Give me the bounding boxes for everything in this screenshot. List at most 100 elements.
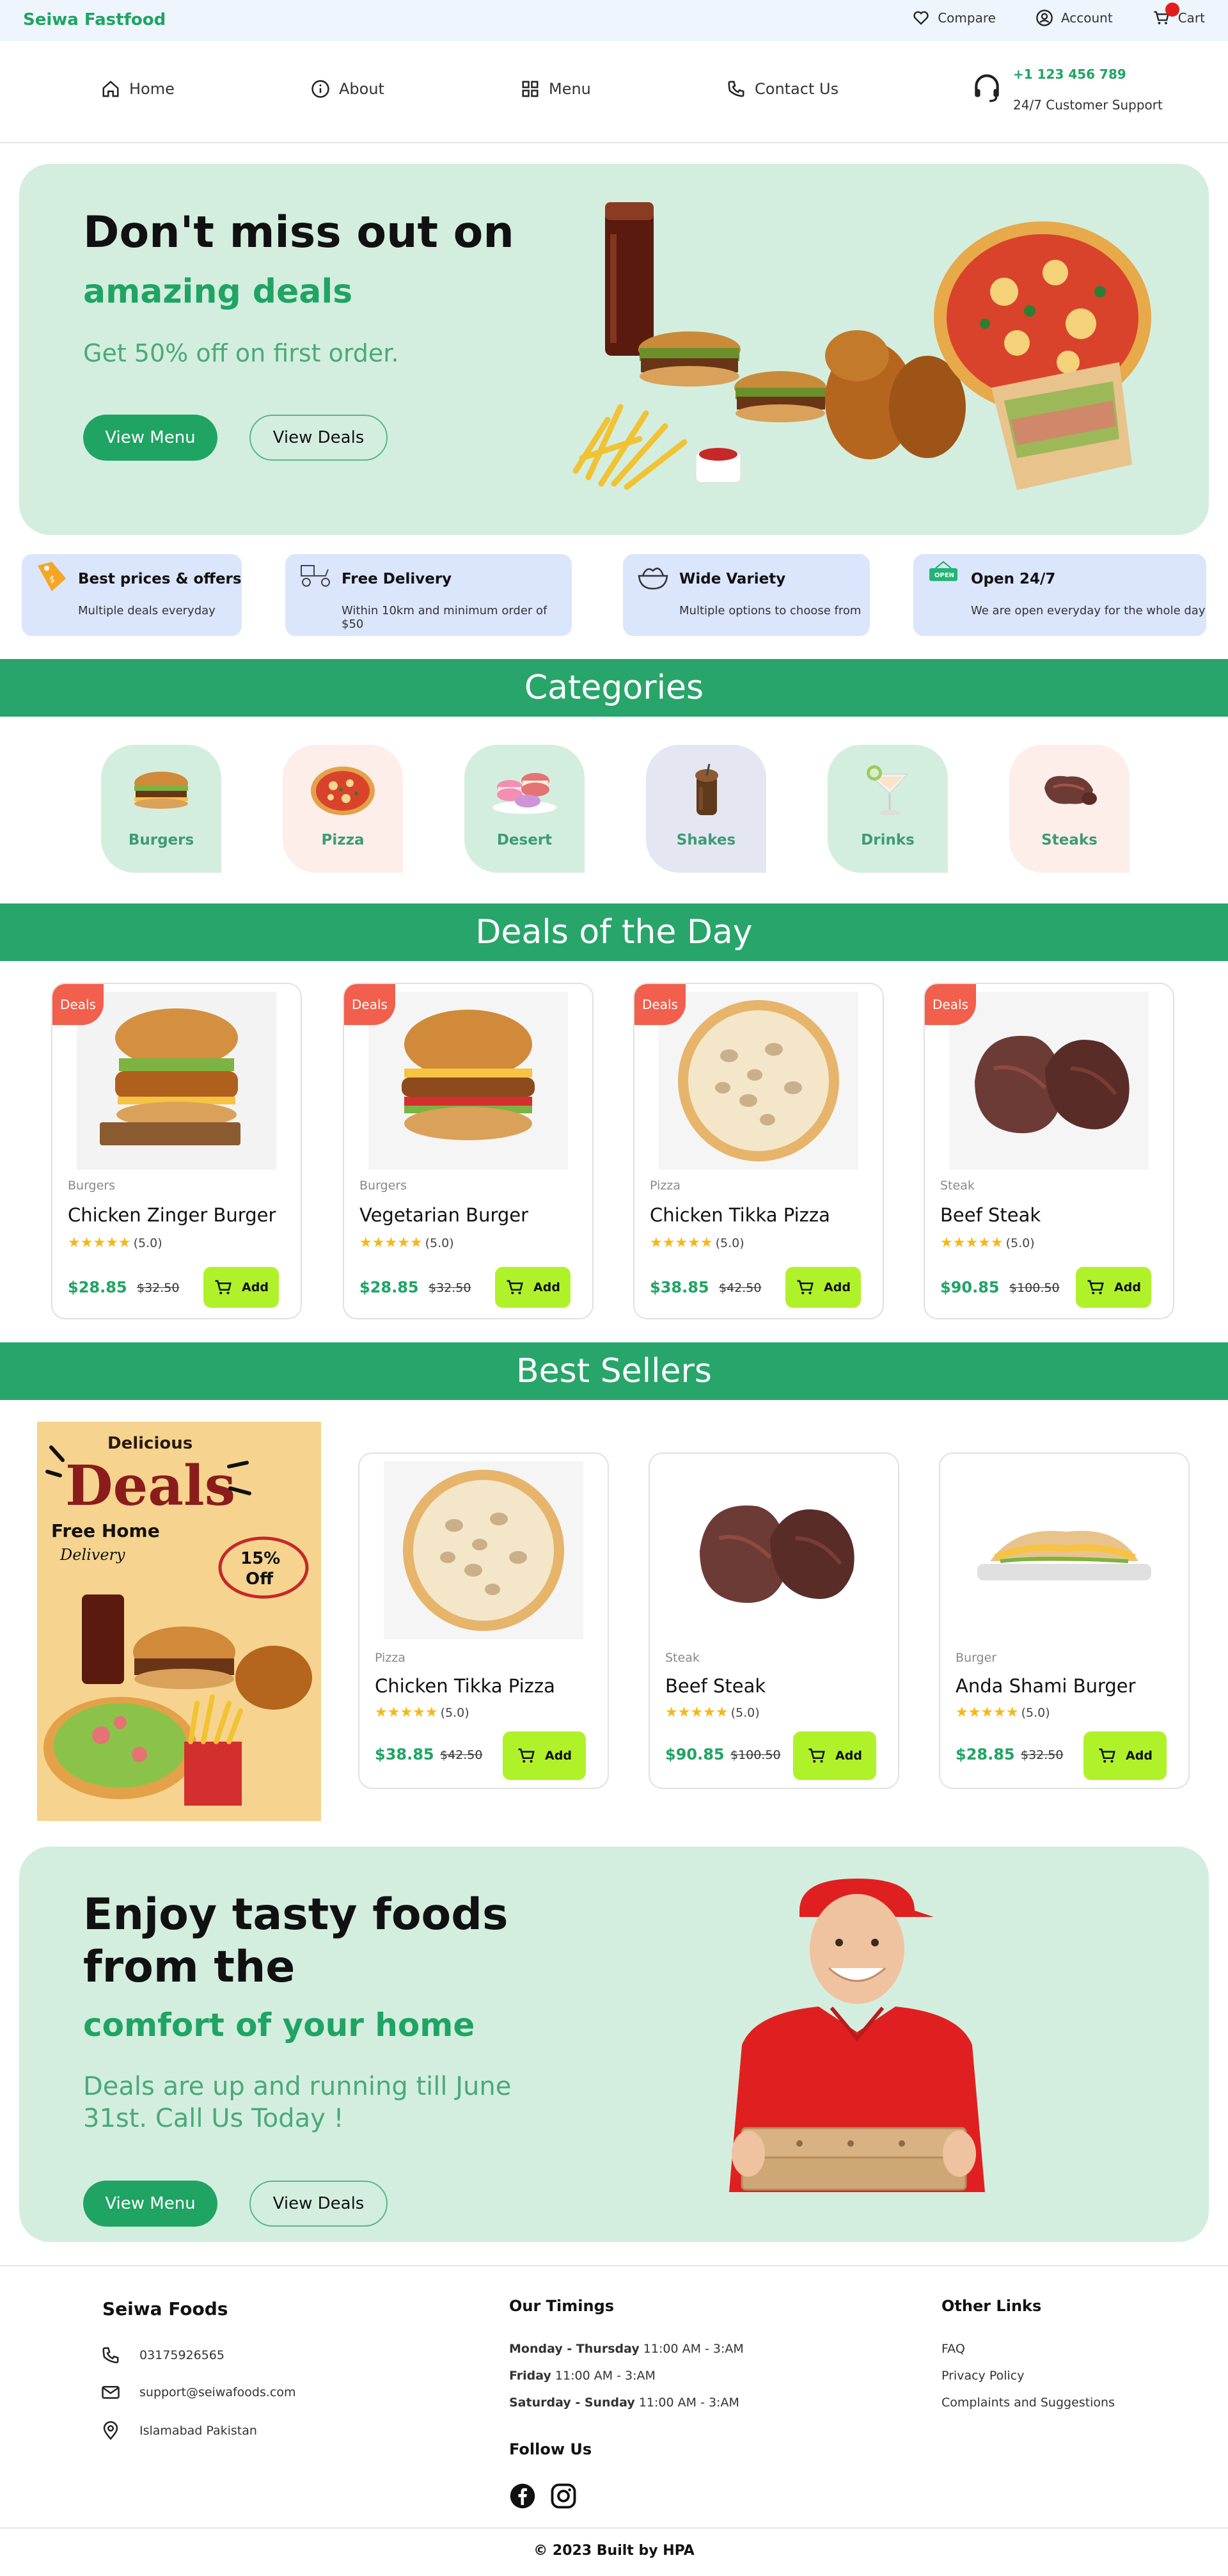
deals-badge: Deals bbox=[52, 984, 104, 1025]
product-rating: ★★★★★ (5.0) bbox=[359, 1235, 454, 1251]
timing-row: Monday - Thursday 11:00 AM - 3:AM bbox=[509, 2342, 744, 2356]
deals-badge: Deals bbox=[925, 984, 976, 1025]
deals-header: Deals of the Day bbox=[0, 903, 1228, 961]
nav-home[interactable]: Home bbox=[101, 79, 175, 99]
product-price: $90.85 bbox=[665, 1745, 725, 1763]
support-phone[interactable]: +1 123 456 789 bbox=[1013, 67, 1163, 82]
grid-icon bbox=[522, 81, 539, 97]
deal-card[interactable]: Deals Pizza Chicken Tikka Pizza ★★★★★ (5.… bbox=[633, 983, 884, 1319]
nav-contact[interactable]: Contact Us bbox=[727, 79, 838, 99]
facebook-icon[interactable] bbox=[509, 2483, 536, 2509]
best-seller-card[interactable]: Steak Beef Steak ★★★★★ (5.0) $90.85 $100.… bbox=[649, 1452, 899, 1789]
product-name[interactable]: Chicken Tikka Pizza bbox=[650, 1204, 830, 1226]
price-tag-icon: $ bbox=[38, 562, 66, 591]
add-label: Add bbox=[1126, 1749, 1153, 1763]
view-deals-button[interactable]: View Deals bbox=[249, 2181, 388, 2227]
nav-home-label: Home bbox=[129, 80, 175, 98]
promo-poster[interactable]: Delicious Deals Free Home Delivery 15% O… bbox=[37, 1422, 321, 1821]
deal-card[interactable]: Deals Burgers Vegetarian Burger ★★★★★ (5.… bbox=[343, 983, 594, 1319]
product-name[interactable]: Anda Shami Burger bbox=[956, 1675, 1136, 1697]
delivery-accent: comfort of your home bbox=[83, 2007, 475, 2044]
add-to-cart-button[interactable]: Add bbox=[793, 1731, 876, 1780]
best-seller-card[interactable]: Pizza Chicken Tikka Pizza ★★★★★ (5.0) $38… bbox=[358, 1452, 609, 1789]
category-desert[interactable]: Desert bbox=[464, 745, 585, 873]
beef-steak-image bbox=[674, 1461, 874, 1639]
fastfood-hero-image bbox=[572, 202, 1151, 490]
add-to-cart-button[interactable]: Add bbox=[1076, 1267, 1151, 1308]
delivery-subtitle: Deals are up and running till June 31st. … bbox=[83, 2071, 511, 2135]
follow-title: Follow Us bbox=[509, 2440, 592, 2458]
product-image bbox=[949, 992, 1149, 1170]
product-name[interactable]: Beef Steak bbox=[940, 1204, 1041, 1226]
add-to-cart-button[interactable]: Add bbox=[503, 1731, 586, 1780]
deal-card[interactable]: Deals Burgers Chicken Zinger Burger ★★★★… bbox=[51, 983, 302, 1319]
feature-subtitle: Multiple options to choose from bbox=[679, 604, 862, 617]
customer-support[interactable]: +1 123 456 789 24/7 Customer Support bbox=[971, 67, 1163, 113]
footer-link-complaints[interactable]: Complaints and Suggestions bbox=[941, 2396, 1115, 2410]
compare-link[interactable]: Compare bbox=[912, 9, 996, 27]
category-drinks[interactable]: Drinks bbox=[828, 745, 948, 873]
product-image bbox=[964, 1461, 1164, 1639]
svg-text:$: $ bbox=[49, 575, 55, 585]
product-name[interactable]: Chicken Zinger Burger bbox=[68, 1204, 276, 1226]
support-label: 24/7 Customer Support bbox=[1013, 97, 1163, 113]
hero-subtitle: Get 50% off on first order. bbox=[83, 339, 399, 367]
product-rating: ★★★★★ (5.0) bbox=[68, 1235, 162, 1251]
footer-link-privacy[interactable]: Privacy Policy bbox=[941, 2369, 1024, 2383]
footer-email[interactable]: support@seiwafoods.com bbox=[101, 2383, 296, 2402]
product-old-price: $42.50 bbox=[719, 1281, 762, 1295]
instagram-icon[interactable] bbox=[550, 2483, 577, 2509]
footer-link-faq[interactable]: FAQ bbox=[941, 2342, 965, 2356]
account-link[interactable]: Account bbox=[1035, 9, 1113, 27]
brand-logo[interactable]: Seiwa Fastfood bbox=[23, 10, 166, 29]
cart-label: Cart bbox=[1177, 10, 1205, 26]
copyright-divider bbox=[0, 2527, 1228, 2529]
feature-card-open-247: OPEN Open 24/7 We are open everyday for … bbox=[913, 554, 1206, 636]
view-deals-button[interactable]: View Deals bbox=[249, 415, 388, 461]
best-seller-card[interactable]: Burger Anda Shami Burger ★★★★★ (5.0) $28.… bbox=[939, 1452, 1190, 1789]
add-label: Add bbox=[533, 1280, 560, 1294]
nav-about[interactable]: About bbox=[311, 79, 384, 99]
rating-value: (5.0) bbox=[133, 1236, 162, 1250]
rating-value: (5.0) bbox=[440, 1705, 469, 1720]
product-rating: ★★★★★ (5.0) bbox=[940, 1235, 1035, 1251]
timing-hours: 11:00 AM - 3:AM bbox=[638, 2396, 739, 2410]
deal-card[interactable]: Deals Steak Beef Steak ★★★★★ (5.0) $90.85… bbox=[924, 983, 1174, 1319]
product-category: Steak bbox=[665, 1651, 700, 1665]
poster-badge-bottom: Off bbox=[246, 1570, 274, 1589]
product-old-price: $100.50 bbox=[730, 1748, 781, 1762]
product-name[interactable]: Beef Steak bbox=[665, 1675, 766, 1697]
cart-link[interactable]: Cart bbox=[1153, 3, 1205, 27]
category-shakes[interactable]: Shakes bbox=[646, 745, 766, 873]
product-category: Burger bbox=[956, 1651, 997, 1665]
add-to-cart-button[interactable]: Add bbox=[1083, 1731, 1167, 1780]
add-label: Add bbox=[242, 1280, 269, 1294]
delivery-title-line2: from the bbox=[83, 1942, 295, 1992]
chicken-burger-image bbox=[77, 992, 276, 1170]
delivery-subtitle-line1: Deals are up and running till June bbox=[83, 2072, 512, 2101]
poster-line4: Delivery bbox=[59, 1546, 125, 1564]
cart-count-badge bbox=[1165, 3, 1179, 17]
steak-icon bbox=[1044, 775, 1097, 805]
add-to-cart-button[interactable]: Add bbox=[495, 1267, 571, 1308]
view-menu-button[interactable]: View Menu bbox=[83, 415, 217, 461]
macaron-icon bbox=[492, 773, 556, 814]
poster-line3: Free Home bbox=[51, 1520, 160, 1541]
headset-icon bbox=[975, 74, 999, 102]
nav-contact-label: Contact Us bbox=[755, 80, 839, 98]
compare-label: Compare bbox=[938, 10, 996, 26]
main-nav: Home About Menu Contact Us +1 123 456 78… bbox=[0, 41, 1228, 143]
add-to-cart-button[interactable]: Add bbox=[203, 1267, 279, 1308]
category-steaks[interactable]: Steaks bbox=[1009, 745, 1130, 873]
nav-menu[interactable]: Menu bbox=[521, 79, 591, 99]
view-menu-button[interactable]: View Menu bbox=[83, 2181, 217, 2227]
product-name[interactable]: Chicken Tikka Pizza bbox=[375, 1675, 555, 1697]
timing-row: Friday 11:00 AM - 3:AM bbox=[509, 2369, 656, 2383]
category-label: Drinks bbox=[861, 832, 915, 848]
info-icon bbox=[311, 80, 329, 98]
add-to-cart-button[interactable]: Add bbox=[785, 1267, 861, 1308]
category-burgers[interactable]: Burgers bbox=[101, 745, 221, 873]
product-name[interactable]: Vegetarian Burger bbox=[359, 1204, 528, 1226]
category-pizza[interactable]: Pizza bbox=[283, 745, 403, 873]
footer-phone[interactable]: 03175926565 bbox=[101, 2346, 224, 2365]
